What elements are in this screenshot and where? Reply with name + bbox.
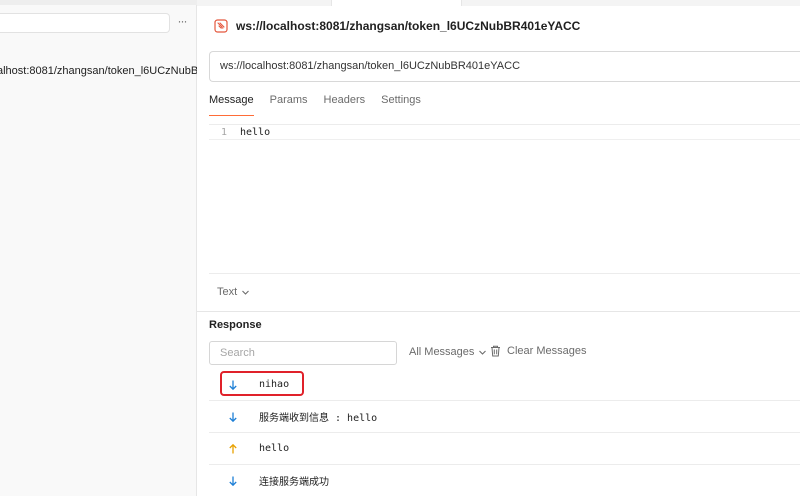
websocket-icon [214, 19, 228, 33]
message-editor[interactable]: 1 hello [209, 124, 800, 274]
response-divider [197, 311, 800, 312]
request-title-text: ws://localhost:8081/zhangsan/token_l6UCz… [236, 19, 581, 33]
clear-messages-button[interactable]: Clear Messages [490, 345, 586, 357]
response-title: Response [209, 319, 262, 331]
arrow-down-icon [229, 476, 237, 486]
message-text: 连接服务端成功 [259, 477, 329, 488]
editor-line: 1 hello [209, 126, 800, 140]
url-input[interactable]: ws://localhost:8081/zhangsan/token_l6UCz… [209, 51, 800, 82]
more-options-icon[interactable]: ··· [174, 14, 190, 30]
format-label: Text [217, 286, 238, 298]
tab-headers[interactable]: Headers [324, 92, 366, 116]
active-request-tab[interactable] [331, 0, 462, 6]
message-filter-label: All Messages [409, 346, 475, 358]
message-row[interactable]: 连接服务端成功 [209, 465, 800, 496]
tab-params[interactable]: Params [270, 92, 308, 116]
line-number: 1 [220, 127, 227, 138]
message-row[interactable]: hello [209, 433, 800, 465]
message-row[interactable]: nihao [209, 369, 800, 401]
tab-settings[interactable]: Settings [381, 92, 421, 116]
chevron-down-icon [242, 290, 250, 295]
chevron-down-icon [479, 350, 487, 355]
message-text: nihao [259, 379, 290, 390]
request-tabs: Message Params Headers Settings [209, 92, 437, 116]
trash-icon [491, 345, 500, 357]
arrow-down-icon [229, 380, 237, 390]
sidebar-filter-input[interactable] [0, 13, 170, 33]
message-row[interactable]: 服务端收到信息 : hello [209, 401, 800, 433]
format-dropdown[interactable]: Text [217, 286, 250, 298]
arrow-up-icon [229, 443, 237, 453]
message-filter-dropdown[interactable]: All Messages [409, 346, 487, 358]
editor-content[interactable]: hello [240, 126, 270, 139]
request-title: ws://localhost:8081/zhangsan/token_l6UCz… [214, 16, 580, 36]
message-text: hello [259, 443, 290, 454]
sidebar: ··· alhost:8081/zhangsan/token_l6UCzNubB… [0, 0, 197, 496]
arrow-down-icon [229, 412, 237, 422]
main-panel: ws://localhost:8081/zhangsan/token_l6UCz… [197, 0, 800, 496]
message-list: nihao 服务端收到信息 : hello hello 连接服务端成功 [209, 369, 800, 496]
tab-message[interactable]: Message [209, 92, 254, 116]
clear-messages-label: Clear Messages [507, 345, 587, 357]
sidebar-top-strip [0, 0, 197, 5]
sidebar-request-item[interactable]: alhost:8081/zhangsan/token_l6UCzNubBR40 [0, 63, 197, 81]
message-text: 服务端收到信息 : hello [259, 413, 378, 424]
search-input[interactable] [209, 341, 397, 365]
request-tab-strip [197, 0, 800, 6]
